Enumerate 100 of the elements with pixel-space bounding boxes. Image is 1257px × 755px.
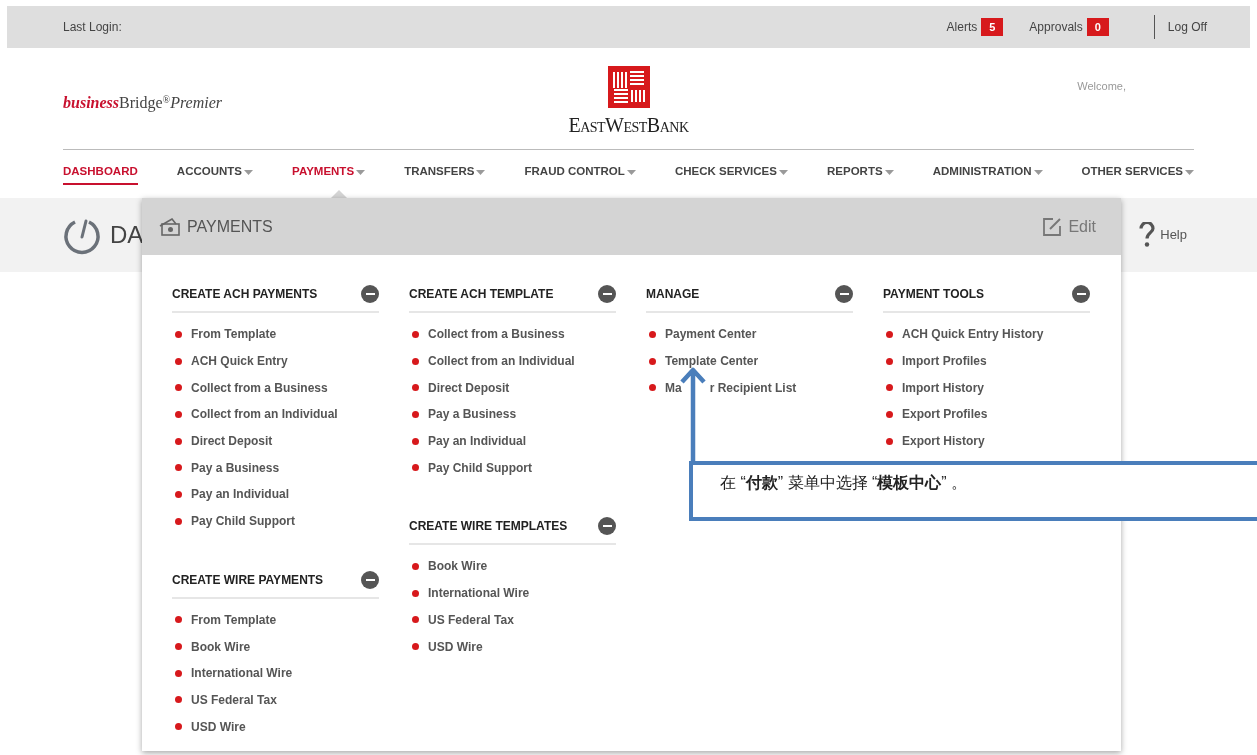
welcome-text: Welcome, [1077,79,1126,94]
callout-text: 在 “付款” 菜单中选择 “模板中心” 。 [720,474,968,491]
log-off-link[interactable]: Log Off [1167,18,1207,36]
menu-link[interactable]: Pay an Individual [191,485,290,504]
collapse-button[interactable] [361,570,379,589]
bullet-icon [175,696,182,704]
collapse-button[interactable] [598,285,616,303]
bullet-icon [175,464,182,472]
menu-link[interactable]: Book Wire [428,557,488,576]
help-link[interactable]: Help [1160,225,1187,245]
approvals-link[interactable]: Approvals [1029,18,1083,36]
menu-link[interactable]: Import History [902,378,984,397]
help-icon[interactable] [1139,222,1156,248]
menu-link[interactable]: Direct Deposit [428,378,510,397]
menu-link[interactable]: Pay an Individual [428,432,527,451]
menu-link[interactable]: International Wire [428,584,530,603]
menu-link[interactable]: Export Profiles [902,405,988,424]
nav-tab[interactable]: TRANSFERS [404,162,486,186]
menu-link[interactable]: US Federal Tax [428,610,514,629]
menu-link[interactable]: From Template [191,610,277,629]
section-heading: CREATE ACH PAYMENTS [172,286,318,303]
bullet-icon [175,490,182,498]
bank-logo-icon [607,66,650,108]
collapse-button[interactable] [835,285,853,303]
bullet-icon [649,330,656,338]
bullet-icon [412,437,419,445]
bullet-icon [175,669,182,677]
section-heading: MANAGE [646,286,700,303]
section-heading: CREATE ACH TEMPLATE [409,286,554,303]
menu-link[interactable]: ACH Quick Entry History [902,325,1044,344]
nav-tab[interactable]: DASHBOARD [63,162,138,186]
bullet-icon [412,464,419,472]
menu-link[interactable]: Direct Deposit [191,432,273,451]
bullet-icon [175,517,182,525]
last-login-text: Last Login: [63,19,122,36]
menu-link[interactable]: Pay a Business [191,458,280,477]
menu-link-fragment[interactable]: Ma [665,378,682,397]
menu-link[interactable]: Pay Child Support [191,512,295,531]
bullet-icon [175,410,182,418]
menu-link[interactable]: Collect from a Business [428,325,565,344]
bullet-icon [175,330,182,338]
menu-link[interactable]: Collect from an Individual [191,405,338,424]
menu-link[interactable]: Template Center [665,352,759,371]
menu-link[interactable]: ACH Quick Entry [191,352,288,371]
bullet-icon [412,616,419,624]
nav-tab[interactable]: CHECK SERVICES [674,162,788,186]
menu-link[interactable]: Pay a Business [428,405,517,424]
bullet-icon [412,384,419,392]
bullet-icon [886,357,893,365]
money-icon [159,217,181,236]
bullet-icon [649,384,656,392]
bullet-icon [886,384,893,392]
menu-link[interactable]: Collect from a Business [191,378,328,397]
nav-tab[interactable]: REPORTS [827,162,894,186]
menu-link[interactable]: International Wire [191,664,293,683]
nav-tab[interactable]: FRAUD CONTROL [524,162,636,186]
menu-link[interactable]: USD Wire [191,717,246,736]
bullet-icon [412,410,419,418]
bank-name: EastWestBank [568,113,689,138]
bullet-icon [412,589,419,597]
nav-tab[interactable]: PAYMENTS [292,162,366,186]
bullet-icon [175,723,182,731]
menu-link[interactable]: Export History [902,432,985,451]
menu-link-fragment[interactable]: r Recipient List [709,378,797,397]
menu-link[interactable]: USD Wire [428,637,483,656]
section-heading: CREATE WIRE TEMPLATES [409,518,568,536]
bullet-icon [175,643,182,651]
section-heading: PAYMENT TOOLS [883,286,985,303]
alerts-count: 5 [981,17,1004,37]
menu-link[interactable]: US Federal Tax [191,690,277,709]
nav-tab[interactable]: OTHER SERVICES [1081,162,1194,186]
nav-tab[interactable]: ACCOUNTS [176,162,253,186]
bullet-icon [175,616,182,624]
menu-link[interactable]: From Template [191,325,277,344]
menu-link[interactable]: Import Profiles [902,352,987,371]
menu-link[interactable]: Pay Child Support [428,458,532,477]
section-heading: CREATE WIRE PAYMENTS [172,571,324,589]
bullet-icon [175,384,182,392]
collapse-button[interactable] [598,517,616,536]
page-title: DA [110,220,144,250]
brand-logo: businessBridge$^{®}$Premier [63,94,223,111]
menu-link[interactable]: Collect from an Individual [428,352,575,371]
menu-title: PAYMENTS [187,216,273,237]
bullet-icon [412,562,419,570]
bullet-icon [886,437,893,445]
menu-link[interactable]: Book Wire [191,637,251,656]
alerts-link[interactable]: Alerts [946,18,978,36]
bullet-icon [175,437,182,445]
bullet-icon [649,357,656,365]
approvals-count: 0 [1086,17,1109,37]
bullet-icon [412,643,419,651]
bullet-icon [412,357,419,365]
bullet-icon [175,357,182,365]
bullet-icon [886,330,893,338]
collapse-button[interactable] [361,285,379,303]
bullet-icon [412,330,419,338]
collapse-button[interactable] [1072,285,1090,303]
bullet-icon [886,410,893,418]
menu-link[interactable]: Payment Center [665,325,757,344]
nav-tab[interactable]: ADMINISTRATION [932,162,1043,186]
